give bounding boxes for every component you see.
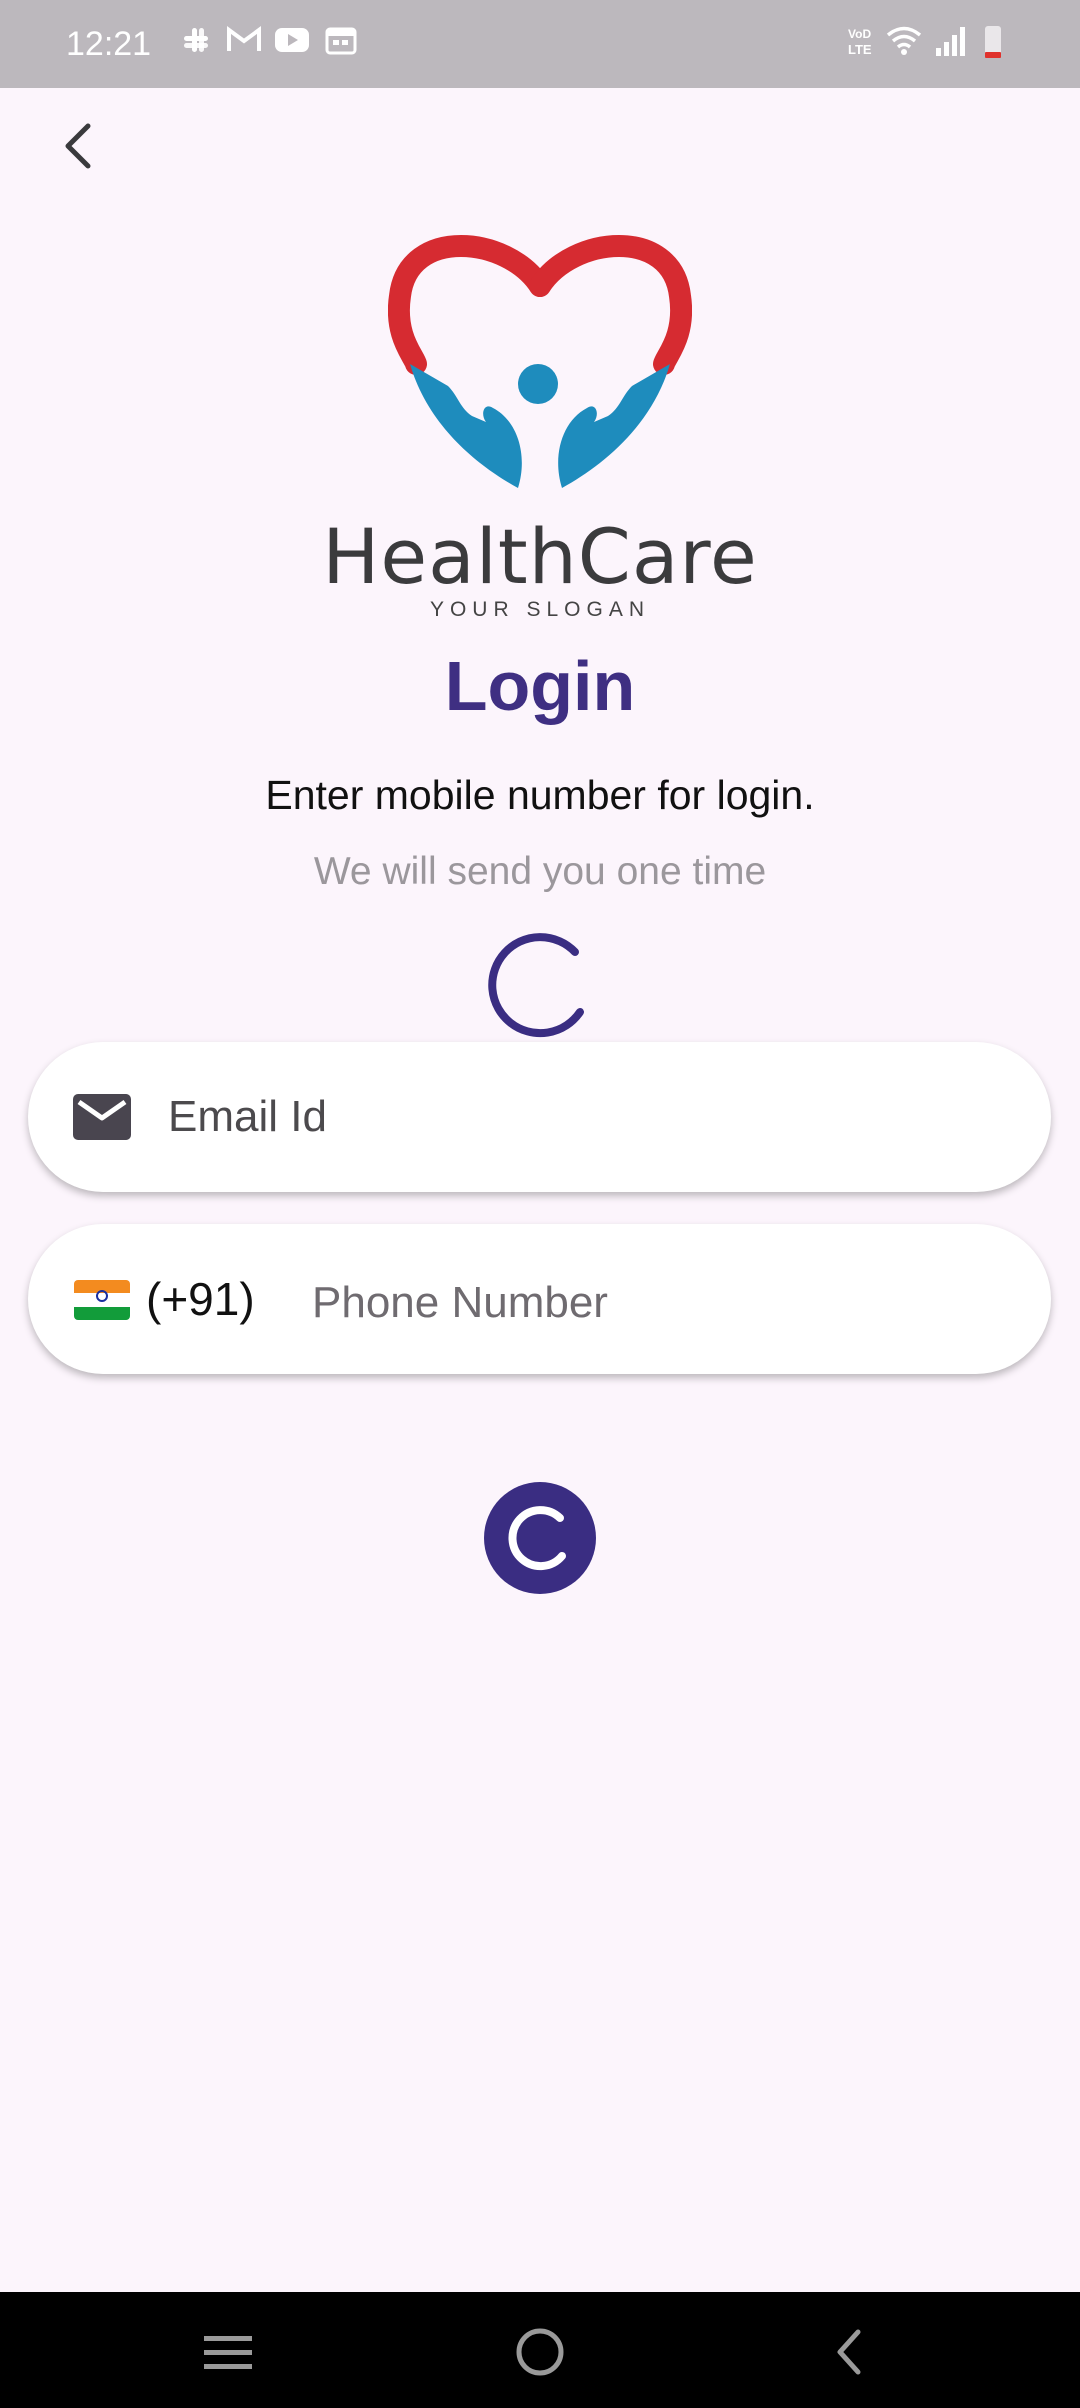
helper-text: We will send you one time <box>313 850 767 893</box>
home-icon[interactable] <box>510 2322 570 2382</box>
system-nav-bar <box>0 2292 1080 2408</box>
gmail-icon <box>227 26 261 51</box>
email-field[interactable]: Email Id <box>28 1042 1051 1192</box>
country-code[interactable]: (+91) <box>146 1272 255 1326</box>
phone-field[interactable]: (+91) Phone Number <box>28 1224 1051 1374</box>
mail-icon <box>73 1094 131 1140</box>
status-time: 12:21 <box>66 25 152 63</box>
submit-loading-button[interactable] <box>484 1482 596 1594</box>
svg-text:LTE: LTE <box>848 42 872 57</box>
signal-icon <box>936 27 965 56</box>
brand-name: HealthCare <box>322 512 758 601</box>
slack-icon <box>184 28 208 52</box>
page-subtitle: Enter mobile number for login. <box>265 772 815 818</box>
brand-slogan: YOUR SLOGAN <box>429 598 651 621</box>
page-title: Login <box>444 647 636 725</box>
svg-text:VoD: VoD <box>848 27 871 41</box>
battery-icon <box>985 26 1001 58</box>
chevron-left-icon <box>65 123 91 169</box>
back-icon[interactable] <box>820 2322 880 2382</box>
email-placeholder: Email Id <box>168 1092 327 1141</box>
loading-spinner <box>488 933 584 1038</box>
india-flag-icon <box>74 1280 130 1320</box>
calendar-icon <box>325 27 357 55</box>
youtube-icon <box>275 28 309 52</box>
status-bar: 12:21 VoD LTE <box>0 0 1080 88</box>
volte-icon: VoD LTE <box>848 27 872 57</box>
loading-spinner-icon <box>508 1506 566 1571</box>
back-button[interactable] <box>44 110 116 182</box>
phone-placeholder: Phone Number <box>312 1278 608 1327</box>
healthcare-logo-icon <box>388 235 692 488</box>
wifi-icon <box>886 26 922 55</box>
recents-icon[interactable] <box>198 2322 258 2382</box>
